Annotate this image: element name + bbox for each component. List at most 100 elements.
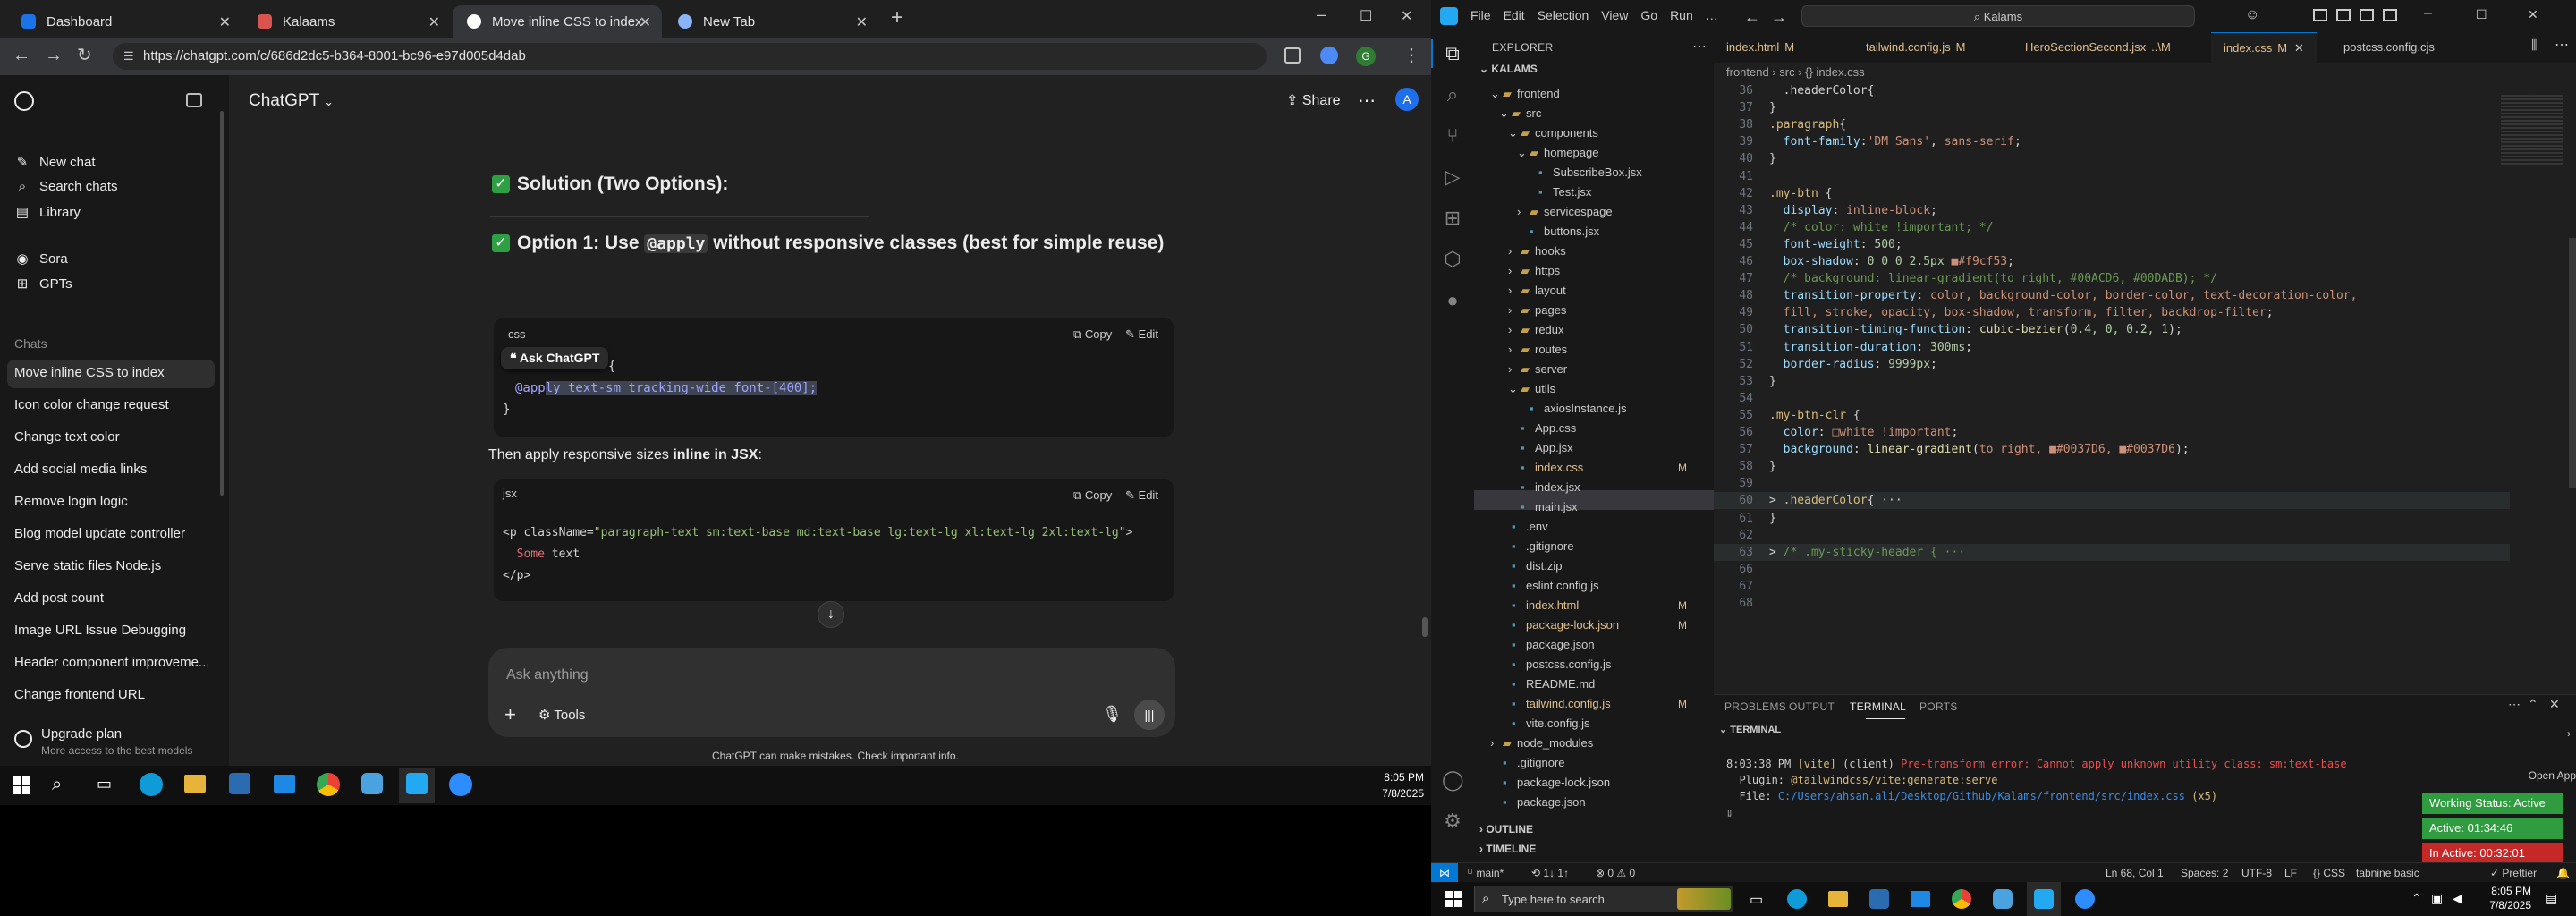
tree-item[interactable]: ⌄ ▰ homepage	[1517, 143, 1707, 163]
tabnine-icon[interactable]: ●	[1442, 290, 1463, 311]
chrome-icon[interactable]	[317, 773, 340, 796]
nav-forward-icon[interactable]: →	[1771, 8, 1787, 27]
close-tab-icon[interactable]: ✕	[219, 13, 231, 31]
task-view-icon[interactable]: ▭	[1750, 891, 1763, 909]
editor-tab[interactable]: index.html M	[1714, 32, 1807, 63]
menu-run[interactable]: Run	[1670, 8, 1693, 22]
panel-tab-output[interactable]: OUTPUT	[1789, 700, 1835, 713]
browser-tab-kalaams[interactable]: Kalaams ✕	[243, 5, 451, 38]
customize-layout-icon[interactable]	[2383, 9, 2397, 21]
indentation[interactable]: Spaces: 2	[2181, 863, 2228, 883]
remote-explorer-icon[interactable]: ⬡	[1442, 249, 1463, 270]
terminal-scroll-icon[interactable]: ›	[2567, 727, 2571, 740]
chrome-icon[interactable]	[1952, 889, 1971, 909]
extension-icon[interactable]	[1284, 47, 1301, 64]
terminal-output[interactable]: 8:03:38 PM [vite] (client) Pre-transform…	[1726, 740, 2496, 852]
tree-item[interactable]: ⌄ ▰ utils	[1508, 379, 1707, 399]
menu-view[interactable]: View	[1601, 8, 1628, 22]
problems-indicator[interactable]: ⊗ 0 ⚠ 0	[1596, 863, 1635, 883]
edge-icon[interactable]	[140, 773, 163, 796]
ask-chatgpt-popup[interactable]: ❝ Ask ChatGPT	[501, 347, 609, 369]
store-icon[interactable]	[1869, 889, 1889, 909]
language-mode[interactable]: {} CSS	[2313, 863, 2345, 883]
network-icon[interactable]: ▣	[2431, 891, 2443, 906]
edit-button[interactable]: ✎ Edit	[1125, 327, 1158, 342]
sidebar-item-library[interactable]: ▤ Library	[14, 204, 80, 221]
remote-indicator-icon[interactable]: ⋈	[1431, 863, 1458, 883]
browser-tab-chatgpt[interactable]: Move inline CSS to index ✕	[453, 5, 662, 38]
editor-more-icon[interactable]: ⋯	[2555, 36, 2569, 54]
editor-tab[interactable]: postcss.config.cjs	[2331, 32, 2447, 63]
chat-history-item[interactable]: Add post count	[14, 590, 104, 606]
accounts-icon[interactable]: ◯	[1442, 769, 1464, 791]
volume-icon[interactable]: ◀	[2453, 891, 2462, 906]
tree-item[interactable]: › ▰ hooks	[1508, 242, 1707, 261]
copy-button[interactable]: ⧉ Copy	[1073, 488, 1112, 503]
vscode-blue-icon[interactable]	[1993, 889, 2012, 909]
toggle-sidebar-icon[interactable]	[2313, 9, 2327, 21]
toggle-panel-icon[interactable]	[2336, 9, 2351, 21]
tree-item[interactable]: ⌄ ▰ src	[1499, 104, 1707, 123]
menu-more[interactable]: …	[1706, 8, 1718, 22]
tree-item[interactable]: ▪ vite.config.js	[1499, 714, 1707, 734]
prettier-status[interactable]: ✓ Prettier	[2490, 863, 2537, 883]
upgrade-plan-title[interactable]: Upgrade plan	[41, 726, 122, 742]
workspace-root[interactable]: ⌄ KALAMS	[1479, 63, 1538, 75]
edge-icon[interactable]	[1787, 889, 1807, 909]
tree-item[interactable]: ▪ main.jsx	[1508, 497, 1707, 517]
minimize-button[interactable]: –	[2424, 5, 2432, 21]
tree-item[interactable]: ▪ App.jsx	[1508, 438, 1707, 458]
tree-item[interactable]: ⌄ ▰ components	[1508, 123, 1707, 143]
tree-item[interactable]: ▪ index.jsx	[1508, 478, 1707, 497]
panel-tab-problems[interactable]: PROBLEMS	[1724, 700, 1786, 713]
end-of-line[interactable]: LF	[2284, 863, 2297, 883]
tabnine-status[interactable]: tabnine basic	[2356, 863, 2419, 883]
voice-mode-button[interactable]: |||	[1134, 700, 1165, 730]
tree-item[interactable]: ▪ package.json	[1499, 635, 1707, 655]
panel-collapse-icon[interactable]: ⌃	[2528, 697, 2538, 712]
tree-item[interactable]: ▪ .gitignore	[1490, 753, 1707, 773]
sidebar-item-sora[interactable]: ◉ Sora	[14, 250, 67, 267]
tree-item[interactable]: ▪ tailwind.config.js M	[1499, 694, 1707, 714]
nav-back-icon[interactable]: ←	[1744, 8, 1760, 27]
timeline-section[interactable]: › TIMELINE	[1479, 843, 1536, 855]
explorer-icon[interactable]: ⧉	[1442, 43, 1463, 64]
split-editor-icon[interactable]: ⫼	[2531, 38, 2537, 53]
outline-section[interactable]: › OUTLINE	[1479, 823, 1533, 835]
tree-item[interactable]: ▪ SubscribeBox.jsx	[1526, 163, 1707, 182]
user-avatar[interactable]: A	[1395, 88, 1419, 111]
toggle-secondary-sidebar-icon[interactable]	[2360, 9, 2374, 21]
upgrade-icon[interactable]	[14, 730, 32, 748]
sidebar-scrollbar[interactable]	[220, 111, 224, 496]
model-selector[interactable]: ChatGPT ⌄	[249, 91, 334, 111]
close-tab-icon[interactable]: ✕	[428, 13, 440, 31]
zoom-icon[interactable]	[449, 773, 472, 796]
tree-item[interactable]: › ▰ routes	[1508, 340, 1707, 360]
copy-button[interactable]: ⧉ Copy	[1073, 327, 1112, 342]
panel-close-icon[interactable]: ✕	[2549, 697, 2560, 712]
editor-tab[interactable]: tailwind.config.js M	[1853, 32, 1979, 63]
open-app-link[interactable]: Open App	[2496, 769, 2576, 785]
vscode-icon[interactable]	[2034, 889, 2054, 909]
task-view-icon[interactable]: ▭	[97, 775, 112, 793]
manage-gear-icon[interactable]: ⚙	[1442, 810, 1463, 832]
tree-item[interactable]: › ▰ pages	[1508, 301, 1707, 320]
minimap[interactable]	[2501, 95, 2563, 166]
sidebar-item-search-chats[interactable]: ⌕ Search chats	[14, 179, 118, 194]
close-tab-icon[interactable]: ✕	[856, 13, 868, 31]
tree-item[interactable]: › ▰ server	[1508, 360, 1707, 379]
search-icon[interactable]: ⌕	[52, 775, 62, 795]
edit-button[interactable]: ✎ Edit	[1125, 488, 1158, 503]
address-bar[interactable]: ☰ https://chatgpt.com/c/686d2dc5-b364-80…	[113, 43, 1267, 70]
tree-item[interactable]: ▪ Test.jsx	[1526, 182, 1707, 202]
search-icon[interactable]: ⌕	[1442, 84, 1463, 106]
forward-icon[interactable]: →	[45, 47, 63, 64]
notification-center-icon[interactable]: ▤	[2546, 891, 2557, 906]
file-explorer-icon[interactable]	[1828, 891, 1848, 907]
panel-tab-ports[interactable]: PORTS	[1919, 700, 1958, 713]
explorer-more-icon[interactable]: ⋯	[1692, 38, 1707, 55]
chat-history-item[interactable]: Add social media links	[14, 462, 147, 477]
add-attachment-icon[interactable]: +	[504, 703, 516, 726]
scroll-down-button[interactable]: ↓	[818, 601, 844, 628]
close-sidebar-icon[interactable]	[186, 93, 202, 107]
